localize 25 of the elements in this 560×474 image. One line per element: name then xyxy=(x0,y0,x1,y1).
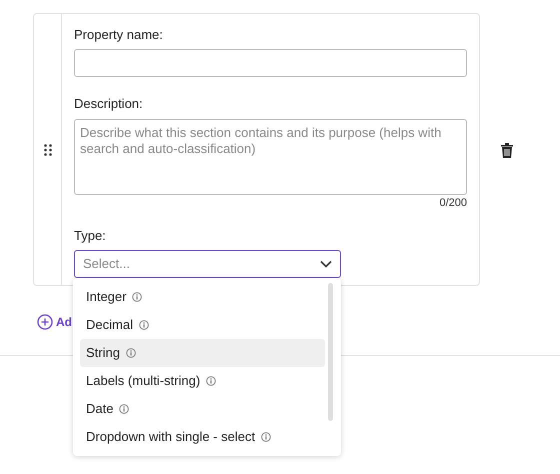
info-icon xyxy=(206,376,216,386)
info-icon xyxy=(126,348,136,358)
dropdown-option[interactable]: Dropdown with single - select xyxy=(80,423,325,451)
info-icon xyxy=(132,292,142,302)
trash-icon[interactable] xyxy=(500,142,514,158)
add-circle-icon[interactable] xyxy=(37,314,53,330)
add-property-link[interactable]: Ad xyxy=(56,313,72,331)
field-label: Type: xyxy=(74,228,107,244)
dropdown-option[interactable]: Decimal xyxy=(80,311,325,339)
character-counter: 0/200 xyxy=(439,196,467,211)
info-icon xyxy=(138,320,149,330)
info-icon xyxy=(119,404,130,414)
field-label: Description: xyxy=(74,96,144,112)
property-name-field[interactable] xyxy=(74,49,467,77)
chevron-down-icon xyxy=(320,260,332,268)
dropdown-option[interactable]: Labels (multi-string) xyxy=(80,367,325,395)
field-label: Property name: xyxy=(74,27,164,43)
info-icon xyxy=(261,432,272,442)
type-select[interactable]: Select... xyxy=(74,250,341,278)
scrollbar-thumb[interactable] xyxy=(328,283,333,421)
dropdown-option[interactable]: Integer xyxy=(80,283,325,311)
dropdown-option[interactable]: Date xyxy=(80,395,325,423)
description-field[interactable]: Describe what this section contains and its purpose (helps with search and auto-classification) xyxy=(74,119,467,195)
drag-handle-icon[interactable] xyxy=(44,144,52,156)
dropdown-option[interactable]: String xyxy=(80,339,325,367)
